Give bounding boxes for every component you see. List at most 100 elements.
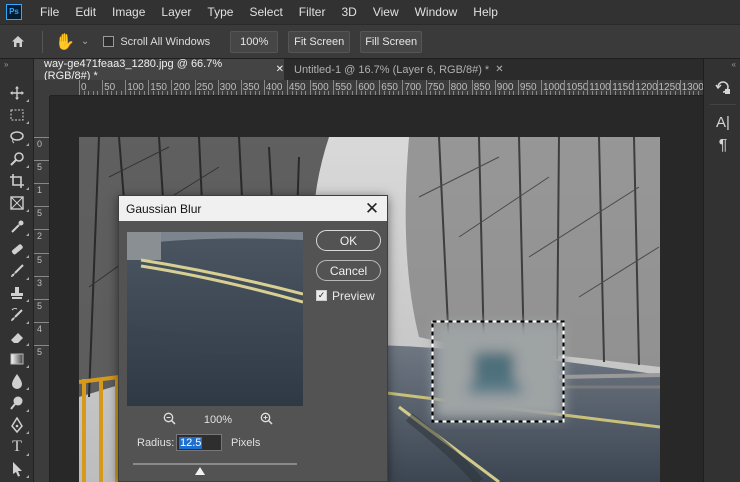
radius-slider-thumb[interactable] xyxy=(195,467,206,475)
zoom-in-icon[interactable] xyxy=(260,412,273,428)
tab-document-untitled[interactable]: Untitled-1 @ 16.7% (Layer 6, RGB/8#) * ✕ xyxy=(284,59,514,80)
zoom-out-icon[interactable] xyxy=(163,412,176,428)
marquee-icon[interactable] xyxy=(7,105,29,125)
dodge-icon[interactable] xyxy=(7,393,29,413)
menu-help[interactable]: Help xyxy=(465,5,506,19)
preview-zoom-controls: 100% xyxy=(163,411,273,429)
frame-icon[interactable] xyxy=(7,193,29,213)
ok-button[interactable]: OK xyxy=(316,230,381,251)
ruler-label: 4 xyxy=(37,323,43,334)
ruler-label: 2 xyxy=(37,231,43,242)
tab-label: Untitled-1 @ 16.7% (Layer 6, RGB/8#) * xyxy=(294,63,490,76)
ruler-tick xyxy=(34,344,49,346)
paragraph-panel-icon[interactable]: ¶ xyxy=(712,135,734,157)
fill-screen-button[interactable]: Fill Screen xyxy=(360,30,423,53)
tools-panel: » T xyxy=(0,59,34,482)
crop-icon[interactable] xyxy=(7,171,29,191)
ruler-label: 1100 xyxy=(589,82,611,93)
options-bar: ✋ ⌄ Scroll All Windows 100% Fit Screen F… xyxy=(0,24,740,59)
ruler-label: 3 xyxy=(37,277,43,288)
close-icon[interactable]: ✕ xyxy=(276,64,284,75)
brush-icon[interactable] xyxy=(7,261,29,281)
character-panel-icon[interactable]: A| xyxy=(712,111,734,133)
eraser-icon[interactable] xyxy=(7,327,29,347)
document-tabs: way-ge471feaa3_1280.jpg @ 66.7% (RGB/8#)… xyxy=(34,57,703,82)
ruler-label: 5 xyxy=(37,162,43,173)
hand-tool-icon[interactable]: ✋ xyxy=(55,32,75,52)
right-panel-dock: « A| ¶ xyxy=(703,59,740,482)
menu-image[interactable]: Image xyxy=(104,5,153,19)
ruler-tick xyxy=(34,275,49,277)
panel-grip-icon[interactable]: « xyxy=(704,59,740,71)
ruler-tick xyxy=(34,321,49,323)
ruler-label: 5 xyxy=(37,346,43,357)
preview-label: Preview xyxy=(332,289,375,303)
preview-checkbox[interactable]: ✓ xyxy=(316,290,327,301)
zoom-100-button[interactable]: 100% xyxy=(230,30,279,53)
ruler-tick xyxy=(34,137,49,138)
menu-layer[interactable]: Layer xyxy=(153,5,199,19)
dialog-titlebar[interactable]: Gaussian Blur ✕ xyxy=(119,196,387,221)
chevron-down-icon[interactable]: ⌄ xyxy=(81,36,89,47)
separator xyxy=(42,30,43,53)
ruler-label: 0 xyxy=(37,139,43,149)
quick-select-icon[interactable] xyxy=(7,149,29,169)
ruler-corner xyxy=(34,80,50,96)
eyedropper-icon[interactable] xyxy=(7,217,29,237)
menu-file[interactable]: File xyxy=(32,5,67,19)
menu-view[interactable]: View xyxy=(365,5,407,19)
history-panel-icon[interactable] xyxy=(712,76,734,98)
preview-zoom-value: 100% xyxy=(203,414,233,426)
radius-slider-track[interactable] xyxy=(133,463,297,465)
healing-icon[interactable] xyxy=(7,239,29,259)
ruler-tick xyxy=(34,229,49,231)
home-icon[interactable] xyxy=(0,25,36,58)
gradient-icon[interactable] xyxy=(7,349,29,369)
ruler-label: 1300 xyxy=(681,82,703,93)
menu-bar: Ps File Edit Image Layer Type Select Fil… xyxy=(0,0,740,24)
ruler-label: 5 xyxy=(37,254,43,265)
ruler-label: 5 xyxy=(37,208,43,219)
scroll-all-windows-label: Scroll All Windows xyxy=(120,35,211,48)
close-icon[interactable]: ✕ xyxy=(495,64,503,75)
panel-grip-icon[interactable]: » xyxy=(0,59,33,71)
menu-select[interactable]: Select xyxy=(241,5,290,19)
ruler-tick xyxy=(34,298,49,300)
stamp-icon[interactable] xyxy=(7,283,29,303)
ruler-label: 1150 xyxy=(612,82,634,93)
fit-screen-button[interactable]: Fit Screen xyxy=(288,30,351,53)
close-icon[interactable]: ✕ xyxy=(363,199,381,219)
menu-window[interactable]: Window xyxy=(407,5,466,19)
ruler-tick xyxy=(34,206,49,208)
tab-document-active[interactable]: way-ge471feaa3_1280.jpg @ 66.7% (RGB/8#)… xyxy=(34,57,284,82)
ruler-label: 50 xyxy=(104,82,116,93)
menu-filter[interactable]: Filter xyxy=(291,5,334,19)
menu-type[interactable]: Type xyxy=(199,5,241,19)
ruler-tick xyxy=(34,183,49,185)
gaussian-blur-dialog: Gaussian Blur ✕ OK Cancel ✓ Preview 100%… xyxy=(118,195,388,482)
radius-input[interactable]: 12.5 xyxy=(176,434,222,451)
filter-preview[interactable] xyxy=(127,232,303,406)
blur-icon[interactable] xyxy=(7,371,29,391)
panel-divider xyxy=(710,104,736,105)
menu-edit[interactable]: Edit xyxy=(67,5,104,19)
scroll-all-windows-checkbox[interactable] xyxy=(103,36,115,47)
ruler-horizontal: 0 50 100 150 200 250 300 350 400 450 500 550 600 650 7… xyxy=(50,80,703,96)
type-icon[interactable]: T xyxy=(7,437,29,457)
ruler-label: 1050 xyxy=(566,82,589,93)
move-icon[interactable] xyxy=(7,83,29,103)
cancel-button[interactable]: Cancel xyxy=(316,260,381,281)
pen-icon[interactable] xyxy=(7,415,29,435)
ruler-vertical: 0 5 1 5 2 5 3 5 4 5 xyxy=(34,96,50,482)
lasso-icon[interactable] xyxy=(7,127,29,147)
radius-unit: Pixels xyxy=(231,437,261,449)
photoshop-logo-icon: Ps xyxy=(6,4,22,20)
path-select-icon[interactable] xyxy=(7,459,29,479)
ruler-label: 1200 xyxy=(635,82,658,93)
history-brush-icon[interactable] xyxy=(7,305,29,325)
ruler-label: 1 xyxy=(37,185,43,196)
radius-label: Radius: xyxy=(137,437,175,449)
tab-label: way-ge471feaa3_1280.jpg @ 66.7% (RGB/8#)… xyxy=(44,57,223,82)
menu-3d[interactable]: 3D xyxy=(333,5,364,19)
ruler-tick xyxy=(34,252,49,254)
